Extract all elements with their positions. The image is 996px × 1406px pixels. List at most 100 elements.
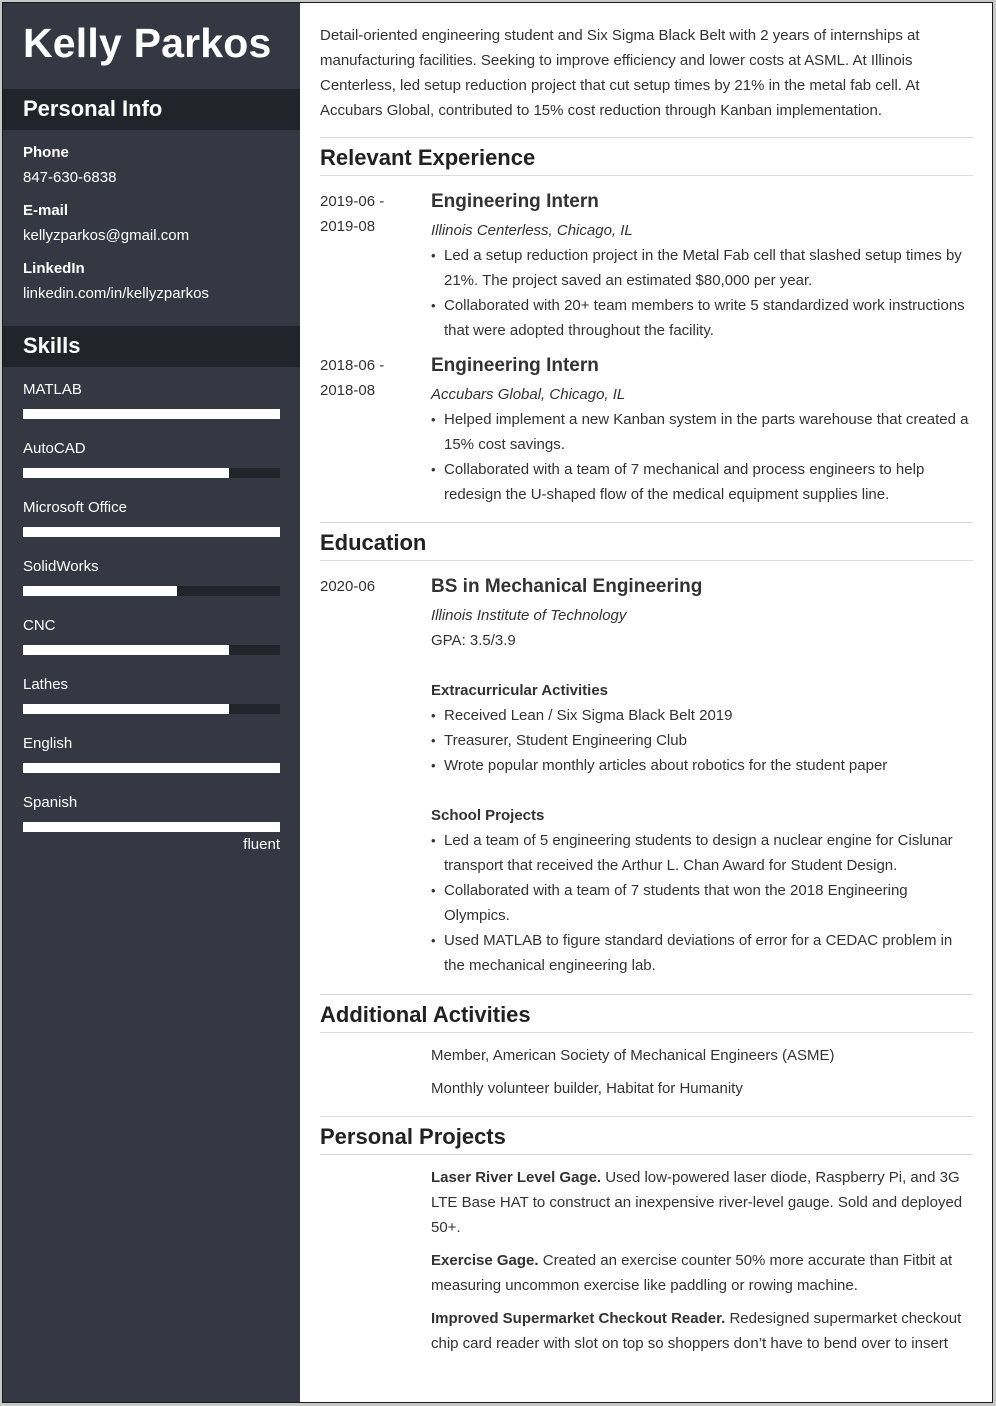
date-range: 2018-06 - 2018-08 bbox=[320, 353, 431, 507]
skill-bar bbox=[23, 822, 280, 832]
graduation-date: 2020-06 bbox=[320, 578, 376, 595]
skill-bar-fill bbox=[23, 763, 280, 773]
skill-name: English bbox=[23, 735, 73, 752]
education-body: BS in Mechanical Engineering Illinois In… bbox=[431, 574, 973, 978]
project-name: Improved Supermarket Checkout Reader. bbox=[431, 1310, 726, 1327]
bullet-item: Wrote popular monthly articles about rob… bbox=[431, 753, 973, 778]
summary: Detail-oriented engineering student and … bbox=[320, 27, 920, 119]
project-item: Improved Supermarket Checkout Reader. Re… bbox=[431, 1306, 973, 1356]
skill-name: AutoCAD bbox=[23, 440, 86, 457]
sidebar: Kelly Parkos Personal Info Phone 847-630… bbox=[3, 3, 300, 1402]
info-label: LinkedIn bbox=[23, 260, 85, 277]
job-title: Engineering Intern bbox=[431, 191, 599, 212]
skills-heading: Skills bbox=[3, 326, 300, 367]
bullet-item: Led a setup reduction project in the Met… bbox=[431, 243, 973, 293]
experience-body: Engineering Intern Illinois Centerless, … bbox=[431, 189, 973, 343]
skill-bar-fill bbox=[23, 645, 229, 655]
school-projects-heading: School Projects bbox=[431, 807, 545, 824]
employer: Illinois Centerless, Chicago, IL bbox=[431, 222, 633, 239]
bullet-list: Helped implement a new Kanban system in … bbox=[431, 407, 973, 507]
skill-item: MATLAB bbox=[23, 379, 280, 438]
degree: BS in Mechanical Engineering bbox=[431, 576, 703, 597]
skill-name: CNC bbox=[23, 617, 56, 634]
project-item: Laser River Level Gage. Used low-powered… bbox=[431, 1165, 973, 1240]
skill-item: Lathes bbox=[23, 674, 280, 733]
bullet-item: Helped implement a new Kanban system in … bbox=[431, 407, 973, 457]
bullet-item: Collaborated with a team of 7 mechanical… bbox=[431, 457, 973, 507]
skill-item: Microsoft Office bbox=[23, 497, 280, 556]
candidate-name: Kelly Parkos bbox=[23, 20, 272, 66]
skill-name: SolidWorks bbox=[23, 558, 99, 575]
skill-bar bbox=[23, 645, 280, 655]
skill-name: Microsoft Office bbox=[23, 499, 127, 516]
info-label: Phone bbox=[23, 144, 69, 161]
extracurricular-heading: Extracurricular Activities bbox=[431, 682, 609, 699]
date-start: 2018-06 - bbox=[320, 357, 385, 374]
education-heading: Education bbox=[320, 522, 973, 561]
info-label: E-mail bbox=[23, 202, 69, 219]
activity-item: Monthly volunteer builder, Habitat for H… bbox=[431, 1080, 743, 1097]
skill-bar bbox=[23, 468, 280, 478]
info-email: E-mail kellyzparkos@gmail.com bbox=[23, 200, 280, 247]
personal-info-heading: Personal Info bbox=[3, 89, 300, 130]
experience-heading: Relevant Experience bbox=[320, 137, 973, 176]
job-title: Engineering Intern bbox=[431, 355, 599, 376]
skill-item: Spanish bbox=[23, 792, 280, 851]
project-name: Laser River Level Gage. bbox=[431, 1169, 602, 1186]
personal-projects-list: Laser River Level Gage. Used low-powered… bbox=[320, 1165, 973, 1356]
bullet-list: Led a setup reduction project in the Met… bbox=[431, 243, 973, 343]
skill-name: Lathes bbox=[23, 676, 69, 693]
extracurricular-list: Received Lean / Six Sigma Black Belt 201… bbox=[431, 703, 973, 778]
phone-value: 847-630-6838 bbox=[23, 169, 117, 186]
skill-item: CNC bbox=[23, 615, 280, 674]
project-item: Exercise Gage. Created an exercise count… bbox=[431, 1248, 973, 1298]
skill-bar bbox=[23, 409, 280, 419]
experience-entry: 2019-06 - 2019-08 Engineering Intern Ill… bbox=[320, 189, 973, 343]
skill-bar-fill bbox=[23, 409, 280, 419]
info-phone: Phone 847-630-6838 bbox=[23, 142, 280, 189]
additional-activities-heading: Additional Activities bbox=[320, 994, 973, 1033]
personal-projects-heading: Personal Projects bbox=[320, 1116, 973, 1155]
resume-page: Kelly Parkos Personal Info Phone 847-630… bbox=[2, 2, 993, 1403]
personal-info: Phone 847-630-6838 E-mail kellyzparkos@g… bbox=[3, 130, 300, 326]
info-linkedin: LinkedIn linkedin.com/in/kellyzparkos bbox=[23, 258, 280, 305]
skill-bar-fill bbox=[23, 586, 178, 596]
school: Illinois Institute of Technology bbox=[431, 607, 627, 624]
skills-list: MATLAB AutoCAD Microsoft Office SolidWor… bbox=[3, 367, 300, 855]
activity-item: Member, American Society of Mechanical E… bbox=[431, 1047, 835, 1064]
skill-bar bbox=[23, 704, 280, 714]
main-content: Detail-oriented engineering student and … bbox=[320, 3, 973, 1356]
date-end: 2019-08 bbox=[320, 218, 376, 235]
bullet-item: Collaborated with a team of 7 students t… bbox=[431, 878, 973, 928]
skill-bar-fill bbox=[23, 822, 280, 832]
project-name: Exercise Gage. bbox=[431, 1252, 539, 1269]
skill-item: SolidWorks bbox=[23, 556, 280, 615]
skill-bar bbox=[23, 586, 280, 596]
skill-item: English bbox=[23, 733, 280, 792]
bullet-item: Received Lean / Six Sigma Black Belt 201… bbox=[431, 703, 973, 728]
education-entry: 2020-06 BS in Mechanical Engineering Ill… bbox=[320, 574, 973, 978]
bullet-item: Treasurer, Student Engineering Club bbox=[431, 728, 973, 753]
experience-body: Engineering Intern Accubars Global, Chic… bbox=[431, 353, 973, 507]
date-end: 2018-08 bbox=[320, 382, 376, 399]
skill-name: MATLAB bbox=[23, 381, 82, 398]
date-range: 2019-06 - 2019-08 bbox=[320, 189, 431, 343]
skill-bar-fill bbox=[23, 527, 280, 537]
experience-entry: 2018-06 - 2018-08 Engineering Intern Acc… bbox=[320, 353, 973, 507]
email-value[interactable]: kellyzparkos@gmail.com bbox=[23, 225, 280, 247]
bullet-item: Led a team of 5 engineering students to … bbox=[431, 828, 973, 878]
skill-bar bbox=[23, 527, 280, 537]
skill-bar bbox=[23, 763, 280, 773]
gpa: GPA: 3.5/3.9 bbox=[431, 632, 516, 649]
skill-bar-fill bbox=[23, 704, 229, 714]
skill-item: AutoCAD bbox=[23, 438, 280, 497]
employer: Accubars Global, Chicago, IL bbox=[431, 386, 626, 403]
linkedin-value[interactable]: linkedin.com/in/kellyzparkos bbox=[23, 283, 280, 305]
school-projects-list: Led a team of 5 engineering students to … bbox=[431, 828, 973, 978]
date-start: 2019-06 - bbox=[320, 193, 385, 210]
additional-activities-list: Member, American Society of Mechanical E… bbox=[320, 1043, 973, 1101]
bullet-item: Used MATLAB to figure standard deviation… bbox=[431, 928, 973, 978]
bullet-item: Collaborated with 20+ team members to wr… bbox=[431, 293, 973, 343]
skill-bar-fill bbox=[23, 468, 229, 478]
skill-name: Spanish bbox=[23, 794, 78, 811]
